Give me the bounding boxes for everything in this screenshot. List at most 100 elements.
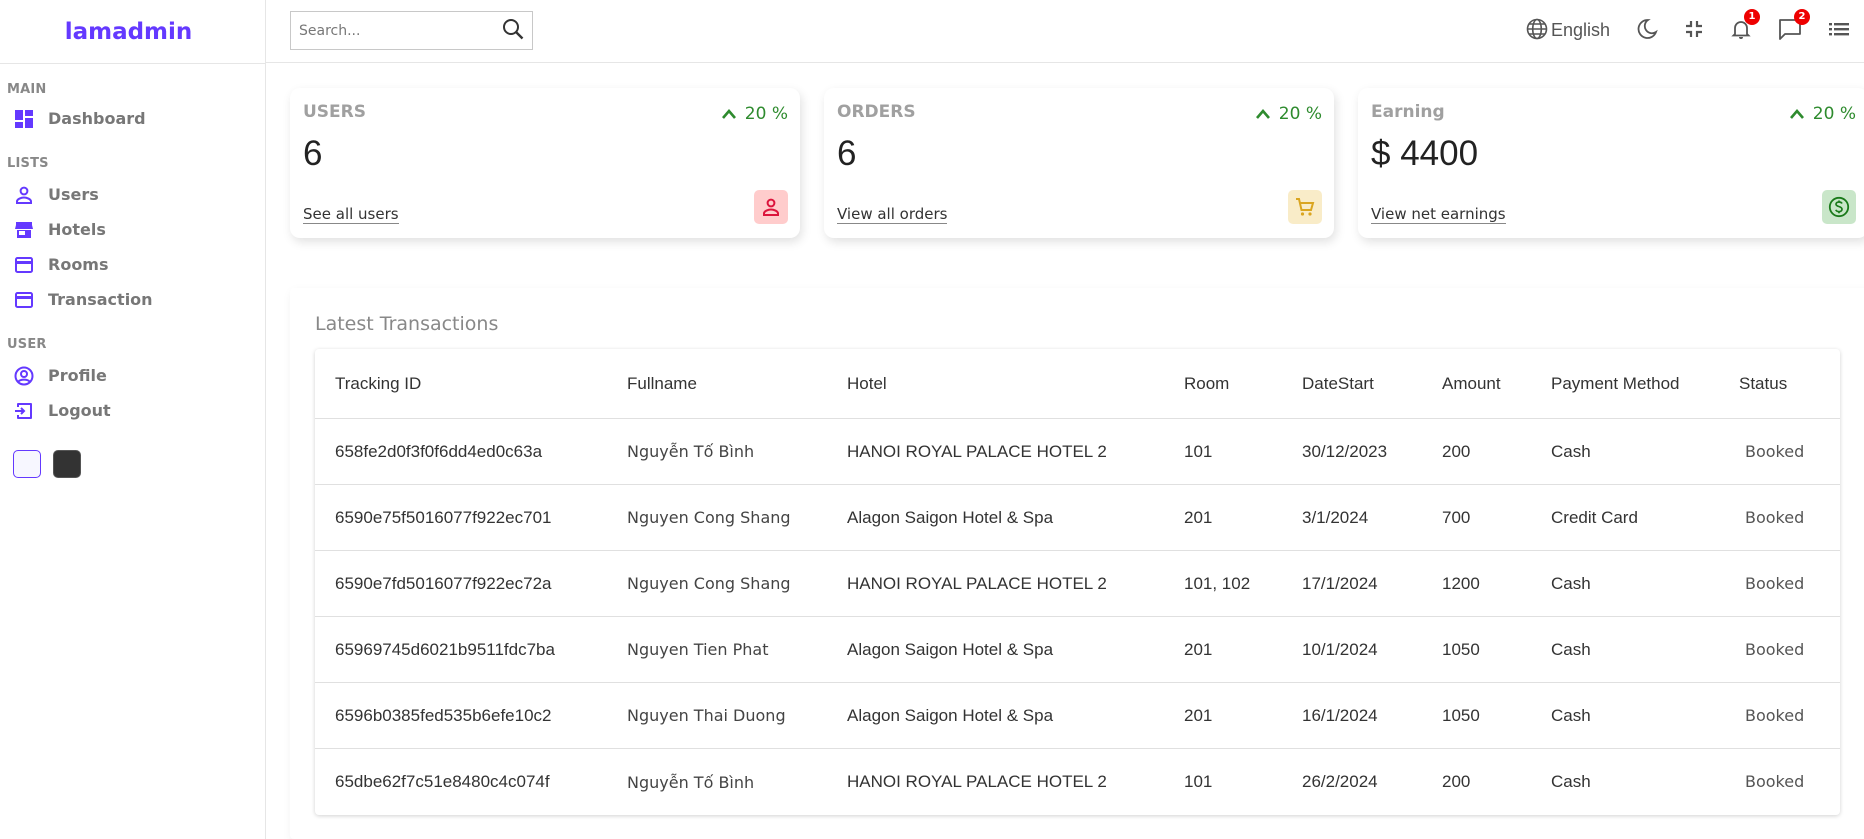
- message-badge: 2: [1794, 8, 1810, 25]
- status-badge: Booked: [1745, 705, 1805, 725]
- status-cell: Booked: [1719, 484, 1840, 552]
- sidebar-item-dashboard[interactable]: Dashboard: [0, 101, 265, 136]
- status-badge: Booked: [1745, 772, 1805, 792]
- transactions-table: Tracking ID Fullname Hotel Room DateStar…: [315, 348, 1840, 815]
- amount-cell: 200: [1422, 418, 1531, 486]
- column-header: Payment Method: [1531, 348, 1719, 420]
- table-row[interactable]: 658fe2d0f3f0f6dd4ed0c63a Nguyễn Tố Bình …: [315, 418, 1840, 486]
- fullscreen-exit-icon: [1684, 19, 1704, 43]
- widget-link[interactable]: See all users: [303, 205, 399, 224]
- sidebar-item-label: Logout: [48, 401, 111, 420]
- table-row[interactable]: 65969745d6021b9511fdc7ba Nguyen Tien Pha…: [315, 616, 1840, 684]
- sidebar-item-users[interactable]: Users: [0, 177, 265, 212]
- column-header: Tracking ID: [315, 348, 607, 420]
- widgets-row: USERS 6 See all users 20 % ORDERS 6 View…: [266, 63, 1864, 238]
- tracking-id-cell: 65dbe62f7c51e8480c4c074f: [335, 772, 550, 792]
- percentage-value: 20 %: [1278, 103, 1322, 124]
- chevron-up-icon: [721, 108, 737, 120]
- payment-method-cell: Cash: [1531, 682, 1719, 750]
- widget-title: ORDERS: [837, 101, 916, 122]
- table-row[interactable]: 65dbe62f7c51e8480c4c074f Nguyễn Tố Bình …: [315, 749, 1840, 815]
- sidebar-header: lamadmin: [0, 0, 265, 64]
- fullscreen-exit-button[interactable]: [1684, 19, 1704, 43]
- section-title-main: MAIN: [7, 82, 47, 97]
- payment-method-cell: Cash: [1531, 616, 1719, 684]
- person-outline-icon: [762, 198, 780, 216]
- sidebar-item-transaction[interactable]: Transaction: [0, 282, 265, 317]
- search-box: [290, 11, 533, 51]
- column-header: Fullname: [607, 348, 827, 420]
- tracking-id-cell: 65969745d6021b9511fdc7ba: [315, 616, 607, 684]
- widget-link[interactable]: View net earnings: [1371, 205, 1506, 224]
- messages-button[interactable]: 2: [1778, 8, 1810, 44]
- status-cell: Booked: [1719, 682, 1840, 750]
- fullname-cell: Nguyen Cong Shang: [607, 550, 827, 618]
- sidebar: lamadmin MAIN Dashboard LISTS Users Hote…: [0, 0, 266, 839]
- person-outline-icon: [14, 185, 34, 205]
- table-header-row: Tracking ID Fullname Hotel Room DateStar…: [315, 348, 1840, 420]
- sidebar-item-rooms[interactable]: Rooms: [0, 247, 265, 282]
- store-icon: [14, 220, 34, 240]
- list-menu-button[interactable]: [1828, 20, 1850, 42]
- date-start-cell: 17/1/2024: [1282, 550, 1422, 618]
- column-header: Amount: [1422, 348, 1531, 420]
- search-icon[interactable]: [502, 18, 524, 44]
- chevron-up-icon: [1789, 108, 1805, 120]
- percentage-value: 20 %: [744, 103, 788, 124]
- sidebar-item-profile[interactable]: Profile: [0, 358, 265, 393]
- table-row[interactable]: 6596b0385fed535b6efe10c2 Nguyen Thai Duo…: [315, 682, 1840, 750]
- column-header: Status: [1719, 348, 1840, 420]
- payment-method-cell: Cash: [1531, 550, 1719, 618]
- widget-icon-box: [1288, 189, 1322, 224]
- widget-percentage: 20 %: [1789, 104, 1856, 124]
- widget-counter: $ 4400: [1371, 133, 1479, 173]
- dark-theme-swatch[interactable]: [53, 450, 81, 478]
- room-cell: 201: [1164, 682, 1282, 750]
- status-badge: Booked: [1745, 507, 1805, 527]
- list-icon: [1828, 20, 1850, 42]
- column-header: DateStart: [1282, 348, 1422, 420]
- room-cell: 101: [1184, 772, 1213, 792]
- payment-method-cell: Credit Card: [1531, 484, 1719, 552]
- fullname-cell: Nguyen Thai Duong: [607, 682, 827, 750]
- monetization-icon: [1828, 196, 1850, 218]
- table-row[interactable]: 6590e75f5016077f922ec701 Nguyen Cong Sha…: [315, 484, 1840, 552]
- room-cell: 101, 102: [1164, 550, 1282, 618]
- hotel-cell: HANOI ROYAL PALACE HOTEL 2: [827, 418, 1164, 486]
- widget-percentage: 20 %: [1255, 104, 1322, 124]
- date-start-cell: 26/2/2024: [1302, 772, 1378, 792]
- notifications-button[interactable]: 1: [1730, 8, 1760, 44]
- section-title-lists: LISTS: [7, 156, 49, 171]
- fullname-cell: Nguyễn Tố Bình: [627, 772, 755, 792]
- widget-link[interactable]: View all orders: [837, 205, 948, 224]
- widget-icon-box: [754, 189, 788, 224]
- credit-card-icon: [14, 290, 34, 310]
- fullname-cell: Nguyễn Tố Bình: [607, 418, 827, 486]
- language-selector[interactable]: English: [1526, 18, 1610, 44]
- section-title-user: USER: [7, 337, 47, 352]
- status-badge: Booked: [1745, 573, 1805, 593]
- hotel-cell: Alagon Saigon Hotel & Spa: [827, 484, 1164, 552]
- tracking-id-cell: 6590e75f5016077f922ec701: [315, 484, 607, 552]
- chevron-up-icon: [1255, 108, 1271, 120]
- date-start-cell: 10/1/2024: [1282, 616, 1422, 684]
- search-input[interactable]: [299, 22, 502, 39]
- sidebar-item-hotels[interactable]: Hotels: [0, 212, 265, 247]
- sidebar-item-label: Hotels: [48, 220, 106, 239]
- hotel-cell: Alagon Saigon Hotel & Spa: [827, 682, 1164, 750]
- navbar-items: English 1 2: [1500, 8, 1864, 49]
- sidebar-item-logout[interactable]: Logout: [0, 393, 265, 428]
- notification-badge: 1: [1744, 8, 1760, 25]
- exit-icon: [14, 401, 34, 421]
- widget-title: USERS: [303, 101, 366, 122]
- main-content: English 1: [266, 0, 1864, 839]
- widget-earning: Earning $ 4400 View net earnings 20 %: [1358, 88, 1864, 238]
- sidebar-item-label: Transaction: [48, 290, 153, 309]
- dark-mode-toggle[interactable]: [1636, 18, 1658, 44]
- room-cell: 201: [1164, 616, 1282, 684]
- widget-users: USERS 6 See all users 20 %: [290, 88, 800, 238]
- amount-cell: 200: [1442, 772, 1471, 792]
- table-row[interactable]: 6590e7fd5016077f922ec72a Nguyen Cong Sha…: [315, 550, 1840, 618]
- light-theme-swatch[interactable]: [13, 450, 41, 478]
- app-logo[interactable]: lamadmin: [65, 19, 193, 45]
